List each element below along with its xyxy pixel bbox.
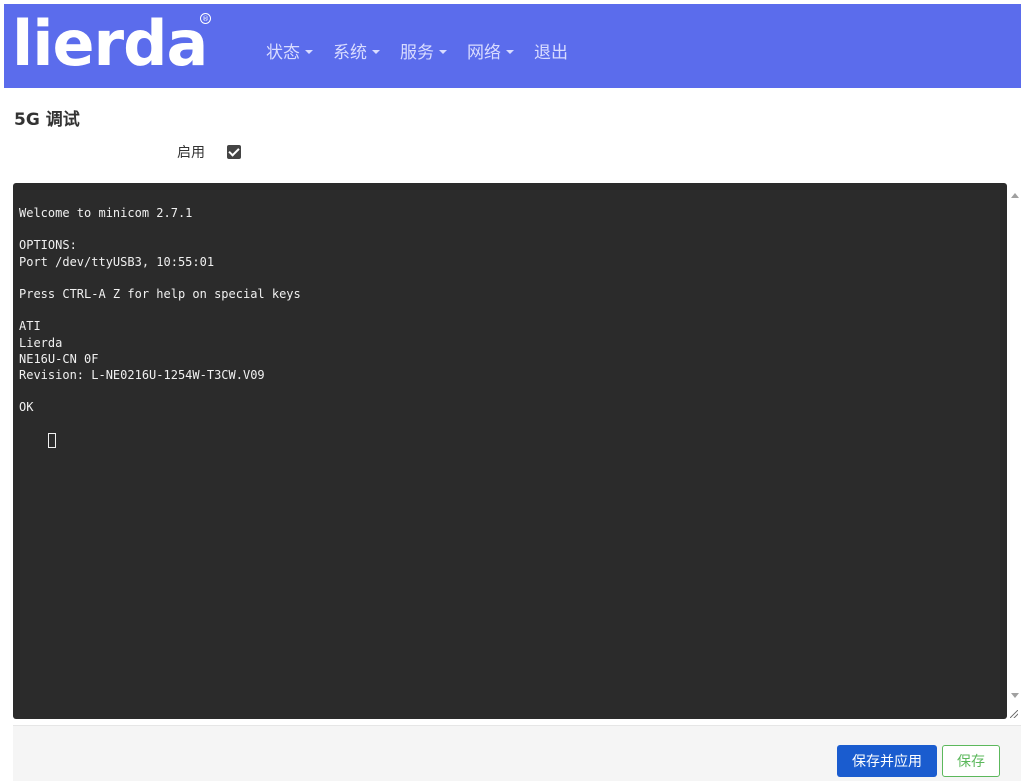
page-title: 5G 调试 xyxy=(14,110,80,130)
nav-item-label: 状态 xyxy=(266,43,300,63)
lierda-logo[interactable]: lierda xyxy=(12,6,208,82)
action-footer: 保存并应用 保存 xyxy=(13,725,1021,781)
registered-mark-icon: ® xyxy=(200,13,211,24)
terminal-line: Revision: L-NE0216U-1254W-T3CW.V09 xyxy=(19,367,265,382)
nav-item-label: 系统 xyxy=(333,43,367,63)
nav-item-system[interactable]: 系统 xyxy=(333,38,380,63)
terminal-line: Lierda xyxy=(19,335,63,350)
caret-down-icon xyxy=(506,49,514,54)
caret-down-icon xyxy=(372,49,380,54)
resize-handle-icon[interactable] xyxy=(1010,710,1018,718)
nav-item-label: 网络 xyxy=(467,43,501,63)
logo-text: lierda xyxy=(12,7,208,80)
caret-down-icon xyxy=(305,49,313,54)
terminal-scrollbar[interactable] xyxy=(1008,183,1021,719)
enable-checkbox[interactable] xyxy=(227,145,241,159)
nav-item-status[interactable]: 状态 xyxy=(266,38,313,63)
terminal-line: Press CTRL-A Z for help on special keys xyxy=(19,286,301,301)
save-and-apply-button[interactable]: 保存并应用 xyxy=(837,745,937,777)
top-header: lierda ® 状态 系统 服务 网络 退出 xyxy=(4,4,1021,88)
terminal-line: Port /dev/ttyUSB3, 10:55:01 xyxy=(19,254,215,269)
nav-item-logout[interactable]: 退出 xyxy=(534,38,568,63)
terminal-line: NE16U-CN 0F xyxy=(19,351,99,366)
nav-item-services[interactable]: 服务 xyxy=(400,38,447,63)
scroll-up-arrow-icon[interactable] xyxy=(1011,193,1019,198)
nav-item-label: 服务 xyxy=(400,43,434,63)
terminal-cursor-line xyxy=(19,415,1001,448)
enable-label: 启用 xyxy=(177,145,205,161)
terminal-line: Welcome to minicom 2.7.1 xyxy=(19,206,193,220)
terminal-line: ATI xyxy=(19,319,41,334)
cursor-icon xyxy=(47,432,56,448)
nav-item-label: 退出 xyxy=(534,43,568,63)
scroll-down-arrow-icon[interactable] xyxy=(1011,693,1019,698)
terminal-line: OK xyxy=(19,400,34,415)
main-nav: 状态 系统 服务 网络 退出 xyxy=(266,38,588,63)
terminal-output[interactable]: Welcome to minicom 2.7.1 OPTIONS: Port /… xyxy=(13,183,1007,719)
nav-item-network[interactable]: 网络 xyxy=(467,38,514,63)
save-button[interactable]: 保存 xyxy=(942,745,1000,777)
enable-row: 启用 xyxy=(177,142,241,162)
caret-down-icon xyxy=(439,49,447,54)
terminal-line: OPTIONS: xyxy=(19,238,77,253)
